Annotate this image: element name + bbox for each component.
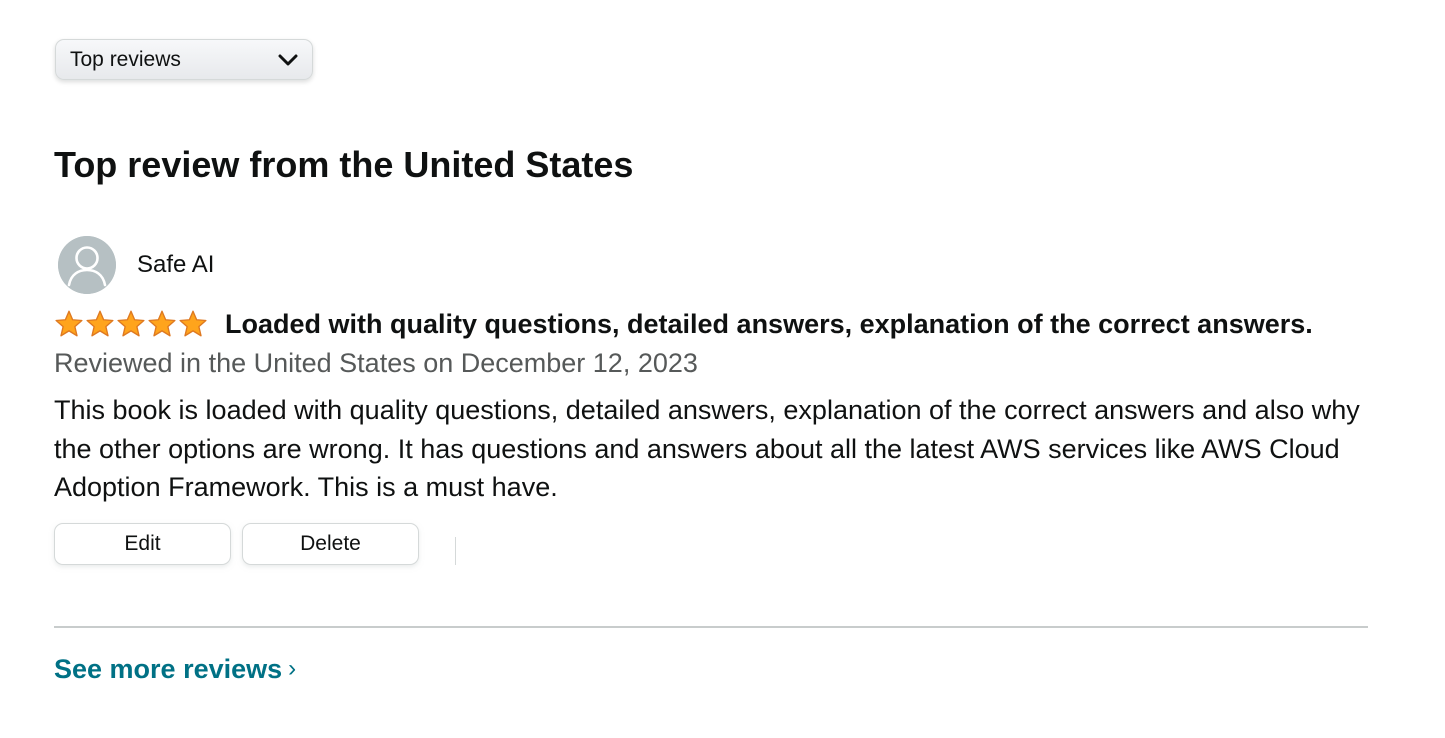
see-more-reviews-label: See more reviews <box>54 654 283 684</box>
divider <box>54 626 1368 628</box>
edit-button[interactable]: Edit <box>54 523 231 565</box>
reviewer-name: Safe AI <box>137 251 215 278</box>
reviewer-profile[interactable]: Safe AI <box>58 236 214 294</box>
star-icon <box>148 310 176 337</box>
see-more-reviews-link[interactable]: See more reviews › <box>54 651 296 687</box>
user-avatar-icon <box>58 236 116 294</box>
review-body: This book is loaded with quality questio… <box>54 395 1360 502</box>
sort-dropdown-value: Top reviews <box>70 47 181 71</box>
star-icon <box>86 310 114 337</box>
star-icon <box>117 310 145 337</box>
chevron-down-icon <box>278 53 298 67</box>
review-date: Reviewed in the United States on Decembe… <box>54 348 698 378</box>
review-rating-row: Loaded with quality questions, detailed … <box>54 306 1313 342</box>
star-rating[interactable] <box>54 309 208 339</box>
sort-dropdown[interactable]: Top reviews <box>55 39 313 80</box>
section-title: Top review from the United States <box>54 144 634 185</box>
divider-vertical <box>455 537 456 565</box>
delete-button[interactable]: Delete <box>242 523 419 565</box>
chevron-right-icon: › <box>288 655 297 682</box>
review-title[interactable]: Loaded with quality questions, detailed … <box>225 306 1313 342</box>
star-icon <box>179 310 207 337</box>
star-icon <box>55 310 83 337</box>
